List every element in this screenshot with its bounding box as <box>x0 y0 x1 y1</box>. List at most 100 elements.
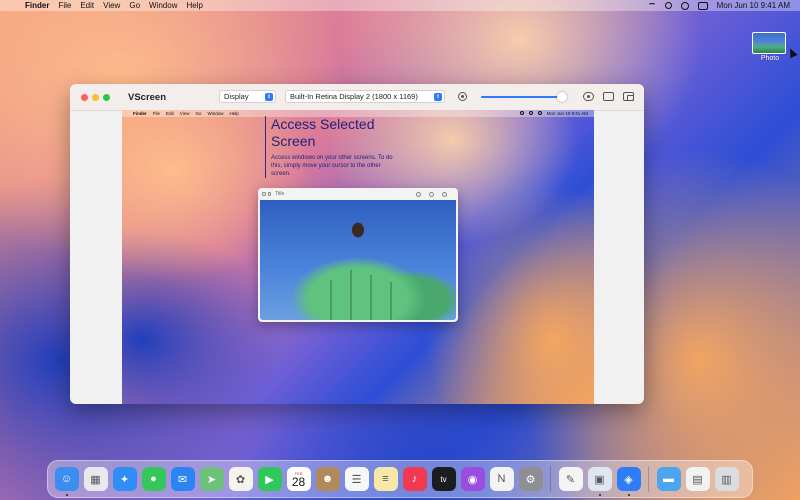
inner-window-titlebar: Title <box>258 188 458 200</box>
finder-glyph: ☺ <box>60 473 73 485</box>
launchpad-glyph: ▦ <box>90 473 101 486</box>
status-area: Mon Jun 10 9:41 AM <box>647 1 790 10</box>
display-select-value: Display <box>224 92 249 101</box>
trash-icon[interactable]: ▥ <box>714 467 739 491</box>
close-icon[interactable] <box>262 192 266 196</box>
system-settings-icon[interactable]: ⚙ <box>518 467 543 491</box>
dock-separator <box>550 466 551 492</box>
chevron-updown-icon: ⇕ <box>265 92 273 101</box>
documents-stack-glyph: ▤ <box>692 473 703 486</box>
spotlight-search-icon[interactable] <box>664 2 672 9</box>
chevron-updown-icon: ⇕ <box>434 92 442 101</box>
music-glyph: ♪ <box>411 473 418 485</box>
preview-menu-view: View <box>179 111 190 116</box>
record-icon[interactable] <box>458 92 467 101</box>
facetime-glyph: ▶ <box>265 473 274 486</box>
monitor-select[interactable]: Built-In Retina Display 2 (1800 x 1169) … <box>285 90 445 103</box>
window-toolbar: VScreen Display ⇕ Built-In Retina Displa… <box>70 84 644 111</box>
tv-icon[interactable]: tv <box>431 467 456 491</box>
multi-screen-icon[interactable] <box>623 92 634 101</box>
photos-icon[interactable]: ✿ <box>228 467 253 491</box>
control-center-icon[interactable] <box>697 1 708 10</box>
news-glyph: N <box>497 473 506 485</box>
desktop-photo-label: Photo <box>760 55 780 62</box>
menu-file[interactable]: File <box>58 1 71 10</box>
textedit-glyph: ✎ <box>565 473 576 486</box>
menu-edit[interactable]: Edit <box>80 1 94 10</box>
textedit-icon[interactable]: ✎ <box>558 467 583 491</box>
user-account-icon <box>537 111 542 115</box>
messages-icon[interactable]: ● <box>141 467 166 491</box>
finder-icon[interactable]: ☺ <box>54 467 79 496</box>
mouse-pointer-icon <box>786 46 798 59</box>
access-screen-banner: Access Selected Screen Access windows on… <box>265 116 401 178</box>
documents-stack-icon[interactable]: ▤ <box>685 467 710 491</box>
menu-window[interactable]: Window <box>149 1 177 10</box>
zoom-button[interactable] <box>103 94 110 101</box>
dock-separator <box>648 466 649 492</box>
podcasts-icon[interactable]: ◉ <box>460 467 485 491</box>
preview-clock: Mon Jun 10 9:41 AM <box>546 111 588 116</box>
minimize-button[interactable] <box>92 94 99 101</box>
maps-icon[interactable]: ➤ <box>199 467 224 491</box>
contacts-icon[interactable]: ☻ <box>315 467 340 491</box>
launchpad-icon[interactable]: ▦ <box>83 467 108 491</box>
menu-go[interactable]: Go <box>129 1 140 10</box>
preview-menu-finder: Finder <box>133 111 147 116</box>
slider-fill <box>481 96 562 98</box>
running-indicator <box>598 494 601 496</box>
photo-fabric-fold <box>350 270 352 320</box>
facetime-icon[interactable]: ▶ <box>257 467 282 491</box>
safari-glyph: ✦ <box>119 473 130 486</box>
vscreen-icon[interactable]: ◈ <box>616 467 641 496</box>
desktop-photo-file[interactable]: Photo <box>752 32 788 62</box>
news-icon[interactable]: N <box>489 467 514 491</box>
menu-help[interactable]: Help <box>186 1 202 10</box>
photo-image <box>260 200 456 320</box>
calendar-day: 28 <box>291 474 306 489</box>
monitor-select-value: Built-In Retina Display 2 (1800 x 1169) <box>290 92 418 101</box>
menu-view[interactable]: View <box>103 1 120 10</box>
photo-thumbnail <box>752 32 786 54</box>
menu-bar: Finder File Edit View Go Window Help Mon… <box>0 0 800 11</box>
music-icon[interactable]: ♪ <box>402 467 427 491</box>
preview-photo-window[interactable]: Title <box>258 188 458 322</box>
clock[interactable]: Mon Jun 10 9:41 AM <box>717 1 790 10</box>
reminders-icon[interactable]: ☰ <box>344 467 369 491</box>
mail-glyph: ✉ <box>177 473 188 486</box>
calendar-icon[interactable]: FEB 28 <box>286 467 311 491</box>
rotate-icon[interactable] <box>429 191 434 197</box>
messages-glyph: ● <box>150 473 157 485</box>
share-icon[interactable] <box>442 191 447 197</box>
preview-menu-window: Window <box>207 111 224 116</box>
reminders-glyph: ☰ <box>351 473 362 486</box>
maps-glyph: ➤ <box>206 473 217 486</box>
display-select[interactable]: Display ⇕ <box>219 90 276 103</box>
eye-icon[interactable] <box>583 92 594 101</box>
photo-fabric-fold <box>330 280 332 320</box>
safari-icon[interactable]: ✦ <box>112 467 137 491</box>
info-icon[interactable] <box>267 192 271 196</box>
running-indicator <box>627 494 630 496</box>
folder-icon[interactable]: ▬ <box>656 467 681 491</box>
podcasts-glyph: ◉ <box>467 473 478 486</box>
preview-icon[interactable]: ▣ <box>587 467 612 496</box>
notes-icon[interactable]: ≡ <box>373 467 398 491</box>
mail-icon[interactable]: ✉ <box>170 467 195 491</box>
heart-icon[interactable] <box>416 191 421 197</box>
inner-window-title: Title <box>275 191 285 197</box>
tv-glyph: tv <box>440 474 447 484</box>
wifi-icon[interactable] <box>647 3 656 8</box>
zoom-slider[interactable] <box>481 92 567 102</box>
close-button[interactable] <box>81 94 88 101</box>
slider-knob[interactable] <box>556 92 567 102</box>
screen-icon[interactable] <box>603 92 614 101</box>
notes-glyph: ≡ <box>382 473 389 485</box>
menu-finder[interactable]: Finder <box>25 1 49 10</box>
user-account-icon[interactable] <box>680 1 689 10</box>
trash-glyph: ▥ <box>721 473 732 486</box>
running-indicator <box>65 494 68 496</box>
preview-menu-go: Go <box>195 111 202 116</box>
folder-glyph: ▬ <box>663 473 674 485</box>
screen-preview[interactable]: Finder File Edit View Go Window Help Mon… <box>122 110 594 404</box>
